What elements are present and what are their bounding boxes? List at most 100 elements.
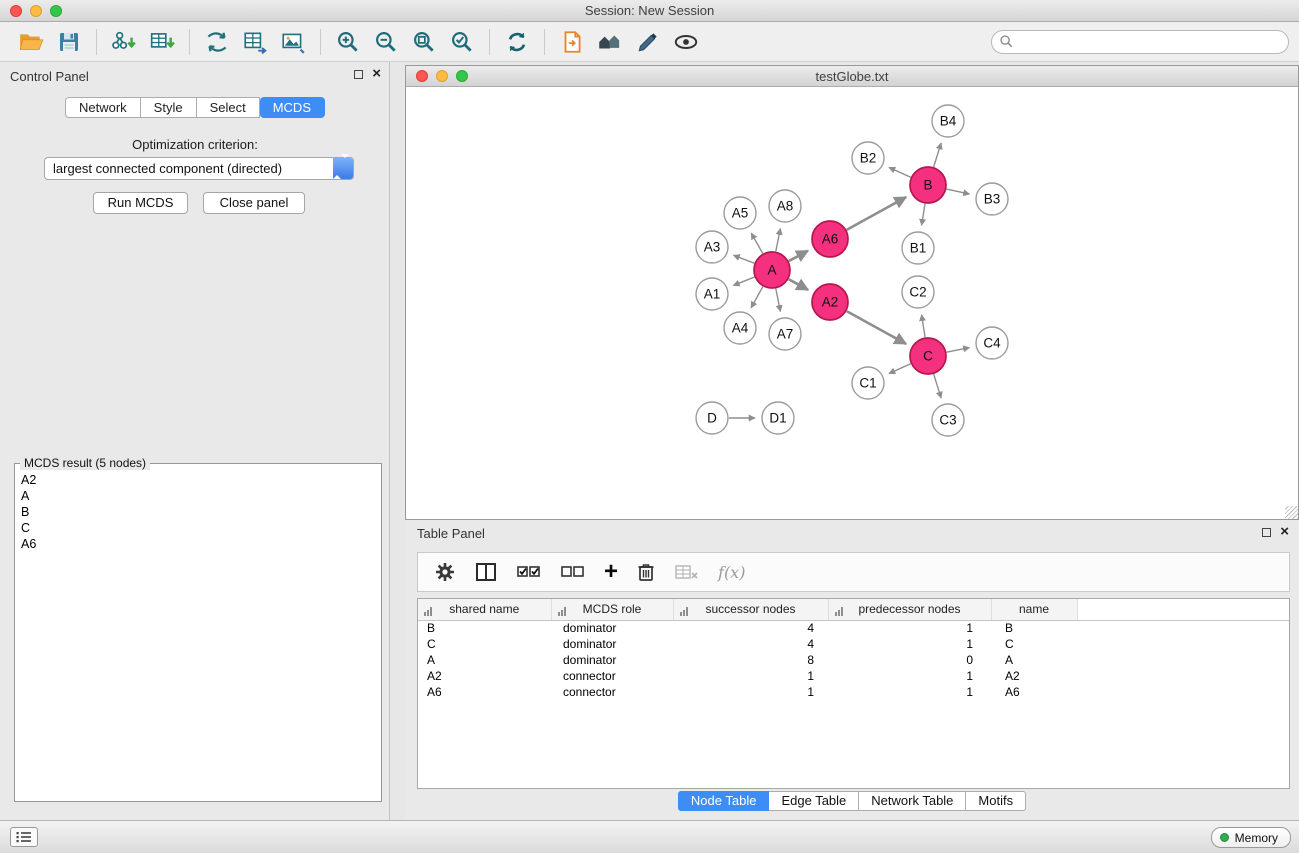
graph-edge[interactable] [847,197,906,230]
memory-button[interactable]: Memory [1211,827,1291,848]
table-settings-button[interactable] [434,561,456,583]
open-file-button[interactable] [12,25,50,59]
table-cell[interactable]: 1 [828,668,991,684]
table-cell[interactable]: 4 [673,636,828,652]
graph-node[interactable]: C4 [976,327,1008,359]
graph-node[interactable]: A7 [769,318,801,350]
graph-edge[interactable] [934,143,941,167]
graph-node[interactable]: B1 [902,232,934,264]
graph-node[interactable]: B2 [852,142,884,174]
graph-edge[interactable] [776,289,781,312]
column-header-shared-name[interactable]: shared name [418,599,551,620]
column-header-successor-nodes[interactable]: successor nodes [673,599,828,620]
table-row[interactable]: Adominator80A [418,652,1289,668]
float-panel-icon[interactable] [354,70,363,79]
open-session-button[interactable] [553,25,591,59]
table-cell[interactable]: A [991,652,1077,668]
unselect-all-button[interactable] [560,562,586,582]
graph-node[interactable]: A3 [696,231,728,263]
network-canvas[interactable]: B4B2BB3A5A8A6B1A3AC2A1A2A4A7C4CC1C3DD1 [406,87,1298,519]
graph-node[interactable]: C2 [902,276,934,308]
table-cell[interactable]: dominator [551,652,673,668]
network-graph[interactable]: B4B2BB3A5A8A6B1A3AC2A1A2A4A7C4CC1C3DD1 [406,87,1298,519]
graph-node-mcds[interactable]: A2 [812,284,848,320]
table-cell[interactable]: dominator [551,620,673,636]
float-table-panel-icon[interactable] [1262,528,1271,537]
table-cell[interactable]: A [418,652,551,668]
mcds-result-item[interactable]: C [15,520,381,536]
table-cell[interactable]: 8 [673,652,828,668]
graph-edge[interactable] [947,348,970,353]
graph-node[interactable]: A5 [724,197,756,229]
table-cell[interactable]: A6 [418,684,551,700]
graph-node[interactable]: B4 [932,105,964,137]
graph-edge[interactable] [947,189,970,194]
graph-node-mcds[interactable]: A6 [812,221,848,257]
graph-edge[interactable] [789,251,808,261]
graph-edge[interactable] [934,374,941,398]
tab-select[interactable]: Select [197,97,260,118]
graph-node-mcds[interactable]: C [910,338,946,374]
zoom-in-button[interactable] [329,25,367,59]
tab-mcds[interactable]: MCDS [260,97,325,118]
show-columns-button[interactable] [474,561,498,583]
graph-node[interactable]: A1 [696,278,728,310]
tab-network[interactable]: Network [65,97,141,118]
graph-node[interactable]: D1 [762,402,794,434]
table-cell[interactable]: C [991,636,1077,652]
mcds-result-item[interactable]: B [15,504,381,520]
run-mcds-button[interactable]: Run MCDS [93,192,188,214]
graph-edge[interactable] [776,229,781,252]
table-cell[interactable]: 1 [828,636,991,652]
column-header-predecessor-nodes[interactable]: predecessor nodes [828,599,991,620]
mcds-result-item[interactable]: A6 [15,536,381,552]
delete-row-button[interactable] [636,561,656,583]
resize-grip[interactable] [1285,506,1298,519]
table-row[interactable]: Bdominator41B [418,620,1289,636]
graph-node-mcds[interactable]: B [910,167,946,203]
table-cell[interactable]: 1 [828,620,991,636]
table-cell[interactable]: connector [551,684,673,700]
export-network-button[interactable] [198,25,236,59]
table-cell[interactable]: 1 [673,684,828,700]
graph-node[interactable]: A4 [724,312,756,344]
tab-motifs[interactable]: Motifs [966,791,1026,811]
close-panel-icon[interactable]: × [372,68,381,80]
import-table-button[interactable] [143,25,181,59]
table-cell[interactable]: dominator [551,636,673,652]
close-panel-button[interactable]: Close panel [203,192,305,214]
export-table-button[interactable] [236,25,274,59]
optimization-criterion-select[interactable]: largest connected component (directed) [44,157,354,180]
zoom-selected-button[interactable] [443,25,481,59]
table-cell[interactable]: 0 [828,652,991,668]
export-image-button[interactable] [274,25,312,59]
refresh-view-button[interactable] [498,25,536,59]
destroy-table-button[interactable] [674,562,700,582]
graph-edge[interactable] [922,204,925,226]
table-cell[interactable]: B [991,620,1077,636]
function-builder-button[interactable]: f(x) [718,563,745,582]
graph-edge[interactable] [733,277,754,285]
graph-node[interactable]: C3 [932,404,964,436]
tab-edge-table[interactable]: Edge Table [769,791,859,811]
table-cell[interactable]: A2 [418,668,551,684]
table-cell[interactable]: A6 [991,684,1077,700]
column-header-name[interactable]: name [991,599,1077,620]
graph-edge[interactable] [922,315,926,338]
select-all-button[interactable] [516,562,542,582]
graph-edge[interactable] [889,167,911,177]
search-input[interactable] [991,30,1289,54]
graph-node[interactable]: C1 [852,367,884,399]
table-cell[interactable]: C [418,636,551,652]
mcds-result-item[interactable]: A2 [15,472,381,488]
import-network-button[interactable] [105,25,143,59]
graph-edge[interactable] [789,279,808,290]
show-hide-graphics-button[interactable] [667,25,705,59]
task-history-button[interactable] [10,827,38,847]
table-cell[interactable]: 1 [673,668,828,684]
mcds-result-item[interactable]: A [15,488,381,504]
tab-network-table[interactable]: Network Table [859,791,966,811]
table-row[interactable]: Cdominator41C [418,636,1289,652]
table-cell[interactable]: 4 [673,620,828,636]
add-row-button[interactable]: + [604,562,618,582]
